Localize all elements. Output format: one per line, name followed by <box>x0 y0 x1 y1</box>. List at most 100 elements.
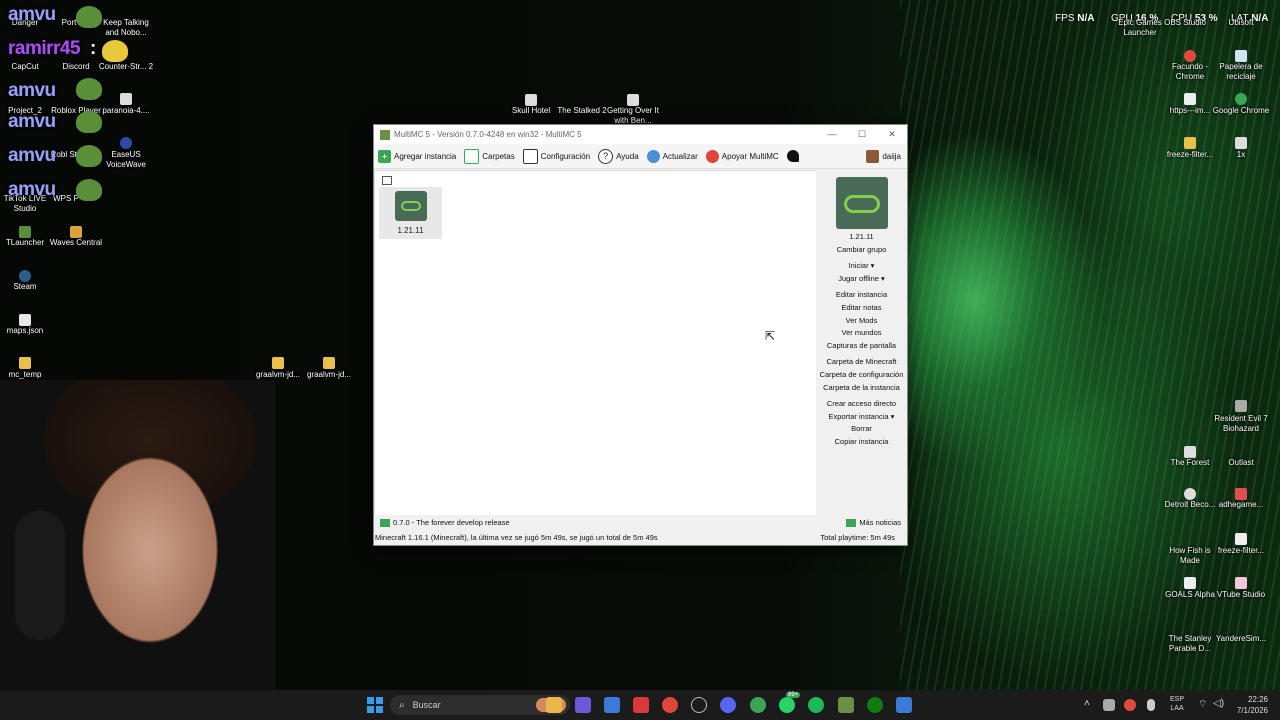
total-playtime: Total playtime: 5m 49s <box>820 533 895 542</box>
desktop-icon-counter-strike[interactable]: Counter-Str... 2 <box>96 62 156 72</box>
waves-icon <box>70 226 82 238</box>
app-icon[interactable] <box>896 697 912 713</box>
launch-offline-button[interactable]: Jugar offline ▾ <box>816 273 907 286</box>
desktop-icon-outlast[interactable]: Outlast <box>1211 458 1271 468</box>
copilot-icon[interactable] <box>575 697 591 713</box>
desktop-icon-1x[interactable]: 1x <box>1211 150 1271 160</box>
chevron-down-icon: ▾ <box>870 261 875 271</box>
toolbar: + Agregar instancia Carpetas Configuraci… <box>374 144 907 169</box>
overlay-name: amvu <box>8 80 56 101</box>
view-worlds-button[interactable]: Ver mundos <box>816 327 907 340</box>
desktop-icon-resident-evil[interactable]: Resident Evil 7 Biohazard <box>1211 414 1271 434</box>
account-button[interactable]: daiija <box>866 149 901 163</box>
desktop-icon-steam[interactable]: Steam <box>0 282 55 292</box>
news-link[interactable]: 0.7.0 - The forever develop release <box>380 518 510 527</box>
patreon-button[interactable]: Apoyar MultiMC <box>705 149 779 163</box>
desktop-icon-mc-temp[interactable]: mc_temp <box>0 370 55 380</box>
search-box[interactable]: ⌕ Buscar <box>390 695 570 715</box>
config-folder-button[interactable]: Carpeta de configuración <box>816 369 907 382</box>
frog-emote-icon <box>76 179 102 201</box>
tray-icon[interactable] <box>1124 699 1136 711</box>
copy-instance-button[interactable]: Copiar instancia <box>816 436 907 449</box>
instance-view[interactable]: 1.21.11 ⇱ <box>374 170 817 517</box>
volume-icon[interactable]: ◁) <box>1213 698 1224 709</box>
overlay-name: amvu <box>8 111 56 132</box>
instance-icon <box>395 191 427 221</box>
steam-icon[interactable] <box>691 697 707 713</box>
close-button[interactable]: ✕ <box>877 129 907 140</box>
desktop-icon-google-chrome[interactable]: Google Chrome <box>1211 106 1271 116</box>
instance-large-icon[interactable] <box>835 177 888 229</box>
desktop-icon-vtube-studio[interactable]: VTube Studio <box>1211 590 1271 600</box>
desktop-icon-graalvm-2[interactable]: graalvm-jd... <box>299 370 359 380</box>
whatsapp-icon[interactable] <box>779 697 795 713</box>
windows-logo-icon <box>367 706 374 713</box>
export-instance-button[interactable]: Exportar instancia ▾ <box>816 411 907 424</box>
getting-over-it-icon <box>627 94 639 106</box>
search-placeholder: Buscar <box>412 700 441 710</box>
discord-icon[interactable] <box>720 697 736 713</box>
view-mods-button[interactable]: Ver Mods <box>816 315 907 328</box>
edit-instance-button[interactable]: Editar instancia <box>816 289 907 302</box>
chevron-up-icon[interactable]: ˄ <box>1084 698 1090 709</box>
desktop-icon-maps-json[interactable]: maps.json <box>0 326 55 336</box>
goals-icon <box>1184 577 1196 589</box>
minimize-button[interactable]: — <box>817 129 847 140</box>
desktop-icon-paranoia[interactable]: paranoia-4.... <box>96 106 156 116</box>
folder-icon <box>464 148 480 164</box>
desktop-icon-easeus[interactable]: EaseUS VoiceWave <box>96 150 156 170</box>
launch-button[interactable]: Iniciar ▾ <box>816 260 907 273</box>
desktop-icon-obs[interactable]: OBS Studio <box>1160 18 1210 28</box>
chrome-icon[interactable] <box>750 697 766 713</box>
instance-folder-button[interactable]: Carpeta de la instancia <box>816 382 907 395</box>
delete-button[interactable]: Borrar <box>816 423 907 436</box>
store-icon[interactable] <box>604 697 620 713</box>
desktop-icon-ubisoft[interactable]: Ubisoft <box>1211 18 1271 28</box>
group-collapse-icon[interactable] <box>382 176 392 185</box>
skull-hotel-icon <box>525 94 537 106</box>
update-button[interactable]: Actualizar <box>646 149 698 163</box>
desktop-icon-yanderesim[interactable]: YandereSim... <box>1211 634 1271 644</box>
wifi-icon[interactable]: ⌔ <box>1198 698 1207 711</box>
microphone-icon[interactable] <box>1147 699 1155 711</box>
mouse-cursor-icon: ⇱ <box>765 329 776 343</box>
edit-notes-button[interactable]: Editar notas <box>816 302 907 315</box>
start-button[interactable] <box>367 697 383 713</box>
spotify-icon[interactable] <box>808 697 824 713</box>
more-news-button[interactable]: Más noticias <box>846 518 901 527</box>
desktop-icon-keep-talking[interactable]: Keep Talking and Nobo... <box>96 18 156 38</box>
help-button[interactable]: ? Ayuda <box>598 148 639 164</box>
webcam-overlay <box>0 380 275 690</box>
windows-logo-icon <box>376 697 383 704</box>
language-indicator[interactable]: ESP LAA <box>1170 695 1184 713</box>
desktop-icon-getting-over-it[interactable]: Getting Over It with Ben... <box>603 106 663 126</box>
folder-icon <box>19 357 31 369</box>
add-instance-button[interactable]: + Agregar instancia <box>378 149 456 163</box>
news-icon <box>380 518 390 527</box>
clock[interactable]: 22:26 7/1/2026 <box>1232 694 1268 716</box>
headset <box>15 510 65 640</box>
xbox-icon[interactable] <box>867 697 883 713</box>
folders-button[interactable]: Carpetas <box>464 148 515 164</box>
change-group-button[interactable]: Cambiar grupo <box>816 244 907 257</box>
title-bar[interactable]: MultiMC 5 - Versión 0.7.0-4248 en win32 … <box>374 125 907 144</box>
desktop-icon-waves-central[interactable]: Waves Central <box>46 238 106 248</box>
create-shortcut-button[interactable]: Crear acceso directo <box>816 398 907 411</box>
tray-icon[interactable] <box>1103 699 1115 711</box>
maximize-button[interactable]: ☐ <box>847 129 877 140</box>
chrome-icon[interactable] <box>662 697 678 713</box>
minecraft-folder-button[interactable]: Carpeta de Minecraft <box>816 356 907 369</box>
the-forest-icon <box>1184 446 1196 458</box>
multimc-icon[interactable] <box>838 697 854 713</box>
frog-emote-icon <box>76 111 102 133</box>
wps-icon[interactable] <box>633 697 649 713</box>
desktop-icon-adhegame[interactable]: adhegame... <box>1211 500 1271 510</box>
infinity-icon <box>401 201 421 211</box>
desktop-icon-recycle-bin[interactable]: Papelera de reciclaje <box>1211 62 1271 82</box>
screenshots-button[interactable]: Capturas de pantalla <box>816 340 907 353</box>
chrome-icon <box>1235 93 1247 105</box>
instance-tile[interactable]: 1.21.11 <box>379 187 442 239</box>
settings-button[interactable]: Configuración <box>522 148 590 164</box>
file-explorer-icon[interactable] <box>546 697 562 713</box>
desktop-icon-freeze-filter-2[interactable]: freeze-filter... <box>1211 546 1271 556</box>
